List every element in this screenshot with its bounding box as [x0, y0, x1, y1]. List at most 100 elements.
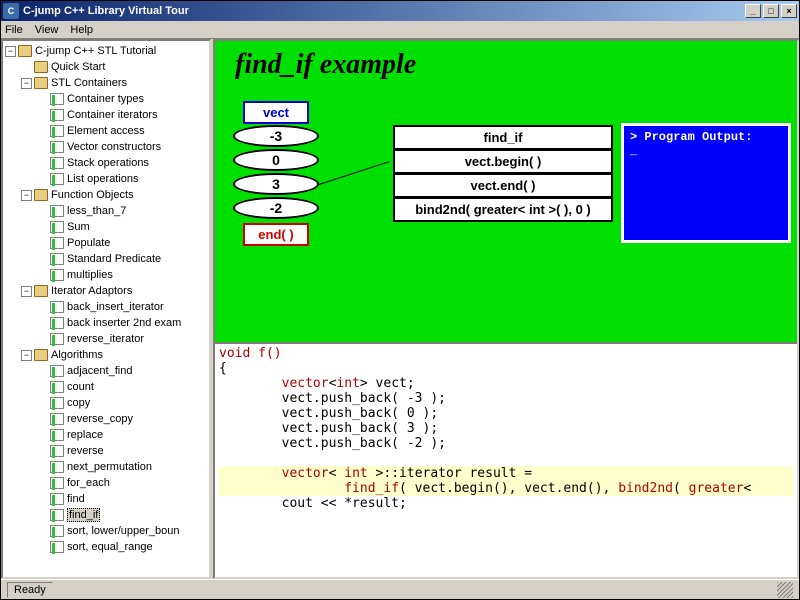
status-text: Ready [7, 582, 53, 598]
tree-funcobj-2[interactable]: Populate [5, 235, 207, 251]
tree-label: Sum [67, 221, 90, 233]
tree-containers-1[interactable]: Container iterators [5, 107, 207, 123]
page-icon [50, 157, 64, 169]
tree-algos-7[interactable]: for_each [5, 475, 207, 491]
tree-label: Iterator Adaptors [51, 285, 132, 297]
book-icon [34, 77, 48, 89]
tree-label: List operations [67, 173, 139, 185]
tree-sidebar[interactable]: − C-jump C++ STL Tutorial Quick Start−STL … [1, 39, 211, 579]
page-icon [50, 525, 64, 537]
tree-containers-3[interactable]: Vector constructors [5, 139, 207, 155]
expand-toggle-icon[interactable]: − [21, 78, 32, 89]
tree-label: Stack operations [67, 157, 149, 169]
close-button[interactable]: × [781, 4, 797, 18]
tree-label: count [67, 381, 94, 393]
expand-toggle-icon[interactable]: − [21, 286, 32, 297]
page-icon [50, 509, 64, 521]
tree-label: Vector constructors [67, 141, 161, 153]
tree-label: Populate [67, 237, 110, 249]
tree-algos-11[interactable]: sort, equal_range [5, 539, 207, 555]
tree-label: back_insert_iterator [67, 301, 164, 313]
call-arg1: vect.begin( ) [393, 149, 613, 174]
page-icon [50, 429, 64, 441]
page-icon [50, 541, 64, 553]
tree-label: copy [67, 397, 90, 409]
tree-containers-0[interactable]: Container types [5, 91, 207, 107]
resize-grip-icon[interactable] [777, 582, 793, 598]
call-arg2: vect.end( ) [393, 173, 613, 198]
tree-root[interactable]: − C-jump C++ STL Tutorial [5, 43, 207, 59]
code-line: vect.push_back( 0 ); [219, 406, 793, 421]
tree-funcobj-3[interactable]: Standard Predicate [5, 251, 207, 267]
tree-quickstart[interactable]: Quick Start [5, 59, 207, 75]
tree-label: back inserter 2nd exam [67, 317, 181, 329]
tree-label: find_if [67, 508, 100, 522]
tree-funcobj-1[interactable]: Sum [5, 219, 207, 235]
page-icon [50, 125, 64, 137]
tree-label: sort, lower/upper_boun [67, 525, 180, 537]
page-icon [50, 381, 64, 393]
tree-containers[interactable]: −STL Containers [5, 75, 207, 91]
expand-toggle-icon[interactable]: − [5, 46, 16, 57]
tree-algos-3[interactable]: reverse_copy [5, 411, 207, 427]
tree-algos[interactable]: − Algorithms [5, 347, 207, 363]
menu-file[interactable]: File [5, 24, 23, 36]
tree-label: replace [67, 429, 103, 441]
tree-funcobj-0[interactable]: less_than_7 [5, 203, 207, 219]
tree-iteradapt[interactable]: − Iterator Adaptors [5, 283, 207, 299]
vect-item-1: 0 [233, 149, 319, 171]
page-icon [50, 333, 64, 345]
tree-algos-9[interactable]: find_if [5, 507, 207, 523]
tree-algos-6[interactable]: next_permutation [5, 459, 207, 475]
tree-iteradapt-0[interactable]: back_insert_iterator [5, 299, 207, 315]
code-line: void f() [219, 346, 793, 361]
expand-toggle-icon[interactable]: − [21, 190, 32, 201]
tree-funcobj[interactable]: −Function Objects [5, 187, 207, 203]
page-icon [50, 445, 64, 457]
tree-label: Container iterators [67, 109, 158, 121]
tree-algos-2[interactable]: copy [5, 395, 207, 411]
code-line: { [219, 361, 793, 376]
main-pane: find_if example vect -3 0 3 -2 end( ) fi… [213, 39, 799, 579]
tree-label: Container types [67, 93, 144, 105]
tree-label: next_permutation [67, 461, 152, 473]
tree-algos-0[interactable]: adjacent_find [5, 363, 207, 379]
menu-help[interactable]: Help [70, 24, 93, 36]
tree-algos-4[interactable]: replace [5, 427, 207, 443]
tree-label: less_than_7 [67, 205, 126, 217]
tree-label: reverse_iterator [67, 333, 144, 345]
tree-label: multiplies [67, 269, 113, 281]
tree-algos-10[interactable]: sort, lower/upper_boun [5, 523, 207, 539]
tree-iteradapt-2[interactable]: reverse_iterator [5, 331, 207, 347]
page-icon [50, 221, 64, 233]
tree-label: reverse [67, 445, 104, 457]
code-line: cout << *result; [219, 496, 793, 511]
book-icon [34, 285, 48, 297]
app-window: C C-jump C++ Library Virtual Tour _ □ × … [0, 0, 800, 600]
page-icon [50, 237, 64, 249]
tree-label: C-jump C++ STL Tutorial [35, 45, 156, 57]
expand-toggle-icon[interactable]: − [21, 350, 32, 361]
code-line-highlight: find_if( vect.begin(), vect.end(), bind2… [219, 481, 793, 496]
tree-containers-5[interactable]: List operations [5, 171, 207, 187]
tree-algos-5[interactable]: reverse [5, 443, 207, 459]
menu-view[interactable]: View [35, 24, 59, 36]
output-title: > Program Output: [630, 130, 782, 144]
tree-label: Element access [67, 125, 145, 137]
tree-funcobj-4[interactable]: multiplies [5, 267, 207, 283]
code-pane[interactable]: void f() { vector<int> vect; vect.push_b… [215, 342, 797, 577]
tree-containers-4[interactable]: Stack operations [5, 155, 207, 171]
code-line: vector<int> vect; [219, 376, 793, 391]
tree-label: Algorithms [51, 349, 103, 361]
connector-line [319, 161, 390, 185]
tree-iteradapt-1[interactable]: back inserter 2nd exam [5, 315, 207, 331]
page-icon [50, 413, 64, 425]
diagram-pane: find_if example vect -3 0 3 -2 end( ) fi… [215, 41, 797, 342]
maximize-button[interactable]: □ [763, 4, 779, 18]
minimize-button[interactable]: _ [745, 4, 761, 18]
tree-containers-2[interactable]: Element access [5, 123, 207, 139]
tree-algos-8[interactable]: find [5, 491, 207, 507]
tree-algos-1[interactable]: count [5, 379, 207, 395]
tree-label: adjacent_find [67, 365, 132, 377]
code-line: vect.push_back( 3 ); [219, 421, 793, 436]
